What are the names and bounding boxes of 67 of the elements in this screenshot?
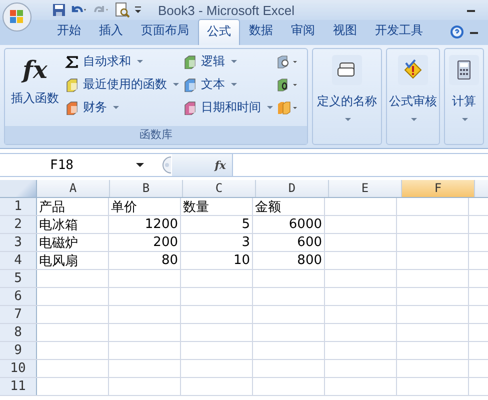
- book-icon: [183, 100, 197, 114]
- row-header[interactable]: 1: [0, 198, 37, 215]
- table-cell-text: 电磁炉: [39, 234, 78, 252]
- table-cell-text: 单价: [111, 198, 137, 216]
- function-menu-button[interactable]: 最近使用的函数: [63, 74, 181, 95]
- function-menu-button[interactable]: 逻辑: [181, 51, 275, 72]
- function-menu-button[interactable]: 自动求和: [63, 51, 181, 72]
- row-header[interactable]: 2: [0, 216, 37, 233]
- column-header[interactable]: A: [37, 180, 110, 197]
- ribbon-group-button[interactable]: 计算: [444, 48, 484, 145]
- column-header[interactable]: F: [402, 180, 475, 197]
- row-header[interactable]: 10: [0, 360, 37, 377]
- row-header[interactable]: 5: [0, 270, 37, 287]
- book-icon: [65, 100, 79, 114]
- function-menu-button[interactable]: 财务: [63, 97, 181, 118]
- minimize-icon[interactable]: [466, 7, 476, 13]
- book-icon: [65, 78, 79, 92]
- table-cell: 1200: [144, 217, 178, 232]
- table-cell: 5: [242, 217, 250, 232]
- sigma-icon: [65, 54, 79, 68]
- ribbon-tab[interactable]: 页面布局: [132, 18, 198, 45]
- row-header[interactable]: 6: [0, 288, 37, 305]
- table-cell: 3: [242, 235, 250, 250]
- warning-check-icon: [402, 59, 424, 81]
- insert-function-button[interactable]: fx: [172, 154, 232, 176]
- ribbon-tab[interactable]: 数据: [240, 18, 282, 45]
- table-cell-text: 产品: [39, 198, 65, 216]
- print-preview-icon[interactable]: [114, 2, 130, 18]
- book-icon: [183, 54, 197, 68]
- ribbon-tab[interactable]: 插入: [90, 18, 132, 45]
- row-header[interactable]: 7: [0, 306, 37, 323]
- insert-function-button[interactable]: fx 插入函数: [7, 51, 63, 126]
- window-title: Book3 - Microsoft Excel: [158, 2, 295, 18]
- book-icon: [183, 78, 197, 92]
- ribbon-tab[interactable]: 开发工具: [366, 18, 432, 45]
- ribbon-tab[interactable]: 开始: [48, 18, 90, 45]
- row-header[interactable]: 9: [0, 342, 37, 359]
- column-header[interactable]: D: [256, 180, 329, 197]
- ribbon-tab[interactable]: 视图: [324, 18, 366, 45]
- table-cell-text: 金额: [255, 198, 281, 216]
- table-cell-text: 数量: [183, 198, 209, 216]
- row-header[interactable]: 3: [0, 234, 37, 251]
- help-icon[interactable]: [450, 25, 464, 39]
- ribbon-group-button[interactable]: 定义的名称: [312, 48, 382, 145]
- name-box[interactable]: F18: [0, 154, 150, 176]
- table-cell: 10: [233, 253, 250, 268]
- function-menu-button[interactable]: 日期和时间: [181, 97, 275, 118]
- customize-caret-icon[interactable]: [134, 5, 142, 15]
- ribbon-tab[interactable]: 审阅: [282, 18, 324, 45]
- row-header[interactable]: 4: [0, 252, 37, 269]
- table-cell-text: 电风扇: [39, 252, 78, 270]
- row-header[interactable]: 8: [0, 324, 37, 341]
- ribbon-minimize-icon[interactable]: [470, 31, 478, 35]
- table-cell: 200: [153, 235, 178, 250]
- ribbon-tab[interactable]: 公式: [198, 19, 240, 45]
- table-cell: 800: [297, 253, 322, 268]
- table-cell-text: 电冰箱: [39, 216, 78, 234]
- column-header[interactable]: B: [110, 180, 183, 197]
- table-cell: 600: [297, 235, 322, 250]
- column-header[interactable]: C: [183, 180, 256, 197]
- save-icon[interactable]: [52, 3, 66, 17]
- function-menu-button[interactable]: 文本: [181, 74, 275, 95]
- row-header[interactable]: 11: [0, 378, 37, 395]
- ribbon-group-button[interactable]: 公式审核: [386, 48, 440, 145]
- table-cell: 6000: [288, 217, 322, 232]
- group-label: 函数库: [5, 126, 307, 144]
- table-cell: 80: [161, 253, 178, 268]
